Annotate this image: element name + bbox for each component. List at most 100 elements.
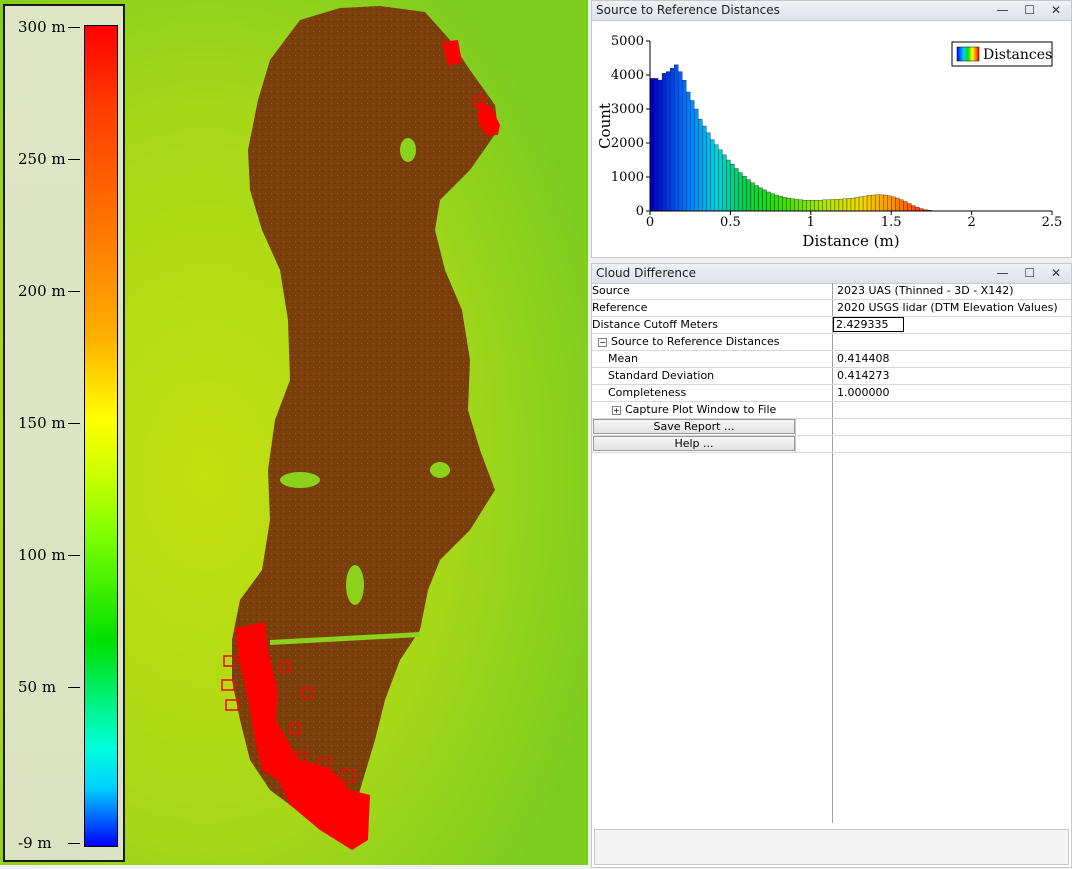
histogram-bar [677, 71, 683, 212]
y-tick-label: 5000 [611, 34, 644, 49]
histogram-bar [698, 119, 703, 212]
histogram-bar [786, 197, 791, 212]
x-tick-label: 0 [646, 215, 654, 230]
histogram-bar [907, 203, 912, 212]
histogram-bar [846, 198, 852, 212]
property-row-mean[interactable]: Mean 0.414408 [592, 351, 1071, 368]
histogram-bar [915, 207, 920, 212]
maximize-icon[interactable]: ☐ [1024, 266, 1041, 280]
legend-tick-mark [68, 555, 80, 557]
close-icon[interactable]: ✕ [1051, 3, 1067, 17]
histogram-bar [750, 182, 755, 212]
reference-value[interactable]: 2020 USGS lidar (DTM Elevation Values) [837, 300, 1058, 316]
histogram-bar [854, 197, 860, 212]
property-group-distances[interactable]: − Source to Reference Distances [592, 334, 1071, 351]
cloud-difference-titlebar: Cloud Difference — ☐ ✕ [592, 264, 1071, 284]
histogram-bar [874, 194, 880, 212]
y-tick-label: 0 [636, 204, 644, 219]
y-axis-label: Count [596, 103, 614, 149]
cloud-difference-title: Cloud Difference [596, 266, 696, 280]
y-tick-label: 3000 [611, 102, 644, 117]
description-pane [594, 829, 1069, 865]
histogram-bar [878, 194, 884, 212]
histogram-bar [830, 199, 836, 212]
histogram-bar [730, 163, 735, 212]
help-button[interactable]: Help ... [593, 436, 795, 451]
legend-tick-label: 300 m [18, 18, 66, 36]
property-row-source[interactable]: Source 2023 UAS (Thinned - 3D - X142) [592, 283, 1071, 300]
reference-label: Reference [592, 301, 648, 314]
x-tick-label: 0.5 [720, 215, 741, 230]
plot-window-titlebar: Source to Reference Distances — ☐ ✕ [592, 1, 1071, 21]
cutoff-label: Distance Cutoff Meters [592, 318, 718, 331]
map-view[interactable]: 300 m 250 m 200 m 150 m 100 m 50 m -9 m [0, 0, 588, 865]
histogram-bar [746, 179, 751, 212]
row-divider [795, 436, 796, 452]
save-report-button[interactable]: Save Report ... [593, 419, 795, 434]
histogram-bar [899, 199, 904, 212]
histogram-bar [669, 68, 675, 212]
minimize-icon[interactable]: — [997, 3, 1015, 17]
histogram-bar [842, 198, 848, 212]
collapse-icon[interactable]: − [598, 338, 607, 347]
y-tick-label: 1000 [611, 170, 644, 185]
histogram-bar [802, 199, 807, 212]
histogram-bar [718, 149, 723, 212]
property-row-std[interactable]: Standard Deviation 0.414273 [592, 368, 1071, 385]
legend-tick-label: 250 m [18, 150, 66, 169]
histogram-bar [895, 197, 900, 212]
histogram-bar [649, 78, 655, 212]
cloud-gap [346, 565, 364, 605]
histogram-bar [657, 79, 663, 212]
cloud-gap [400, 138, 416, 162]
x-axis-label: Distance (m) [802, 232, 899, 250]
histogram-bar [826, 199, 832, 212]
maximize-icon[interactable]: ☐ [1024, 3, 1041, 17]
histogram-bar [694, 108, 699, 212]
legend-tick-mark [68, 291, 80, 293]
completeness-label: Completeness [608, 386, 687, 399]
histogram-bar [870, 194, 876, 212]
histogram-bar [734, 168, 739, 212]
save-report-row: Save Report ... [592, 419, 1071, 436]
close-icon[interactable]: ✕ [1051, 266, 1067, 280]
histogram-bar [722, 154, 727, 212]
histogram-bar [774, 194, 779, 212]
property-row-completeness[interactable]: Completeness 1.000000 [592, 385, 1071, 402]
histogram-bar [806, 199, 811, 212]
mean-value: 0.414408 [837, 352, 890, 365]
legend-tick-mark [68, 159, 80, 161]
histogram-bar [726, 159, 731, 212]
histogram-bar [758, 187, 763, 212]
histogram-bar [710, 139, 715, 212]
source-value[interactable]: 2023 UAS (Thinned - 3D - X142) [837, 283, 1014, 299]
mean-label: Mean [608, 352, 638, 365]
cloud-gap [430, 462, 450, 478]
plot-window-title: Source to Reference Distances [596, 3, 780, 17]
histogram-bar [661, 73, 667, 212]
histogram-bar [665, 71, 671, 212]
histogram-bar [706, 132, 711, 212]
property-row-cutoff[interactable]: Distance Cutoff Meters 2.429335 [592, 317, 1071, 334]
minimize-icon[interactable]: — [997, 266, 1015, 280]
x-tick-label: 1.5 [881, 215, 902, 230]
histogram-bar [790, 198, 795, 212]
histogram-bar [798, 199, 803, 212]
expand-icon[interactable]: + [612, 406, 621, 415]
chart-legend: Distances [951, 41, 1053, 67]
histogram-bar [838, 198, 844, 212]
legend-tick-mark [68, 423, 80, 425]
cutoff-input[interactable]: 2.429335 [833, 317, 904, 332]
completeness-value: 1.000000 [837, 386, 890, 399]
histogram-bar [738, 172, 743, 212]
property-row-reference[interactable]: Reference 2020 USGS lidar (DTM Elevation… [592, 300, 1071, 317]
histogram-chart: 0 0.5 1 1.5 2 2.5 0 1000 2000 3000 4000 5000 Distanc… [596, 34, 1062, 250]
histogram-bar [770, 193, 775, 212]
legend-tick-mark [68, 843, 80, 844]
legend-tick-label: 150 m [18, 414, 66, 433]
histogram-bar [891, 196, 896, 212]
property-row-capture[interactable]: + Capture Plot Window to File [592, 402, 1071, 419]
x-tick-label: 1 [807, 215, 815, 230]
legend-tick-label: -9 m [18, 834, 52, 852]
histogram-bar [653, 78, 659, 212]
